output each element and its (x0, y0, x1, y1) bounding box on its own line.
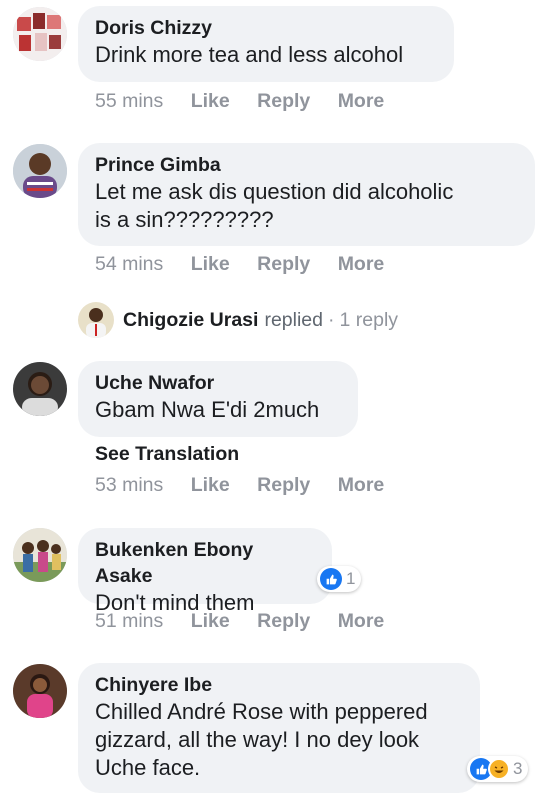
comment-actions: 54 mins Like Reply More (95, 251, 406, 277)
reply-link[interactable]: Reply (257, 90, 310, 112)
reaction-count: 3 (513, 759, 523, 778)
more-link[interactable]: More (338, 253, 385, 275)
avatar-person-image (13, 144, 67, 198)
more-link[interactable]: More (338, 610, 385, 632)
reply-link[interactable]: Reply (257, 253, 310, 275)
avatar[interactable] (13, 7, 67, 61)
comment-text: Gbam Nwa E'di 2much (95, 397, 320, 422)
commenter-name[interactable]: Uche Nwafor (95, 370, 340, 396)
avatar (78, 302, 114, 338)
commenter-name[interactable]: Bukenken Ebony Asake (95, 537, 314, 589)
commenter-name[interactable]: Doris Chizzy (95, 15, 436, 41)
timestamp[interactable]: 54 mins (95, 253, 163, 275)
avatar-person-image (78, 302, 114, 338)
thumbs-up-icon (320, 568, 342, 590)
like-link[interactable]: Like (191, 90, 230, 112)
timestamp[interactable]: 53 mins (95, 474, 163, 496)
like-link[interactable]: Like (191, 474, 230, 496)
avatar[interactable] (13, 664, 67, 718)
reply-count[interactable]: 1 reply (340, 309, 399, 332)
reply-link[interactable]: Reply (257, 610, 310, 632)
laughing-face-icon (488, 758, 510, 780)
comment-bubble: Uche Nwafor Gbam Nwa E'di 2much (78, 361, 358, 437)
avatar[interactable] (13, 528, 67, 582)
timestamp[interactable]: 51 mins (95, 610, 163, 632)
comment-actions: 55 mins Like Reply More (95, 88, 406, 114)
comment-text: Drink more tea and less alcohol (95, 42, 404, 67)
see-translation-link[interactable]: See Translation (95, 441, 239, 467)
like-link[interactable]: Like (191, 253, 230, 275)
comment-text: Chilled André Rose with peppered gizzard… (95, 699, 428, 780)
reply-link[interactable]: Reply (257, 474, 310, 496)
avatar-group-image (13, 528, 67, 582)
avatar[interactable] (13, 144, 67, 198)
replier-name[interactable]: Chigozie Urasi (123, 309, 258, 332)
more-link[interactable]: More (338, 474, 385, 496)
reactions-badge[interactable]: 3 (467, 756, 529, 782)
separator: · (328, 308, 335, 331)
reply-verb: replied (264, 308, 323, 331)
avatar-person-image (13, 362, 67, 416)
avatar[interactable] (13, 362, 67, 416)
comment-actions: 51 mins Like Reply More (95, 608, 406, 634)
comment-actions: 53 mins Like Reply More (95, 472, 406, 498)
avatar-collage-image (13, 7, 67, 61)
commenter-name[interactable]: Prince Gimba (95, 152, 517, 178)
comment-bubble: Doris Chizzy Drink more tea and less alc… (78, 6, 454, 82)
reaction-count: 1 (346, 569, 356, 588)
more-link[interactable]: More (338, 90, 385, 112)
comment-text: Let me ask dis question did alcoholic is… (95, 179, 454, 232)
comment-bubble: Prince Gimba Let me ask dis question did… (78, 143, 535, 246)
timestamp[interactable]: 55 mins (95, 90, 163, 112)
like-link[interactable]: Like (191, 610, 230, 632)
reply-thread-link[interactable]: Chigozie Urasi replied · 1 reply (78, 300, 398, 340)
comment-bubble: Chinyere Ibe Chilled André Rose with pep… (78, 663, 480, 793)
avatar-person-image (13, 664, 67, 718)
comment-bubble: Bukenken Ebony Asake Don't mind them (78, 528, 332, 615)
reactions-badge[interactable]: 1 (317, 566, 362, 592)
commenter-name[interactable]: Chinyere Ibe (95, 672, 462, 698)
